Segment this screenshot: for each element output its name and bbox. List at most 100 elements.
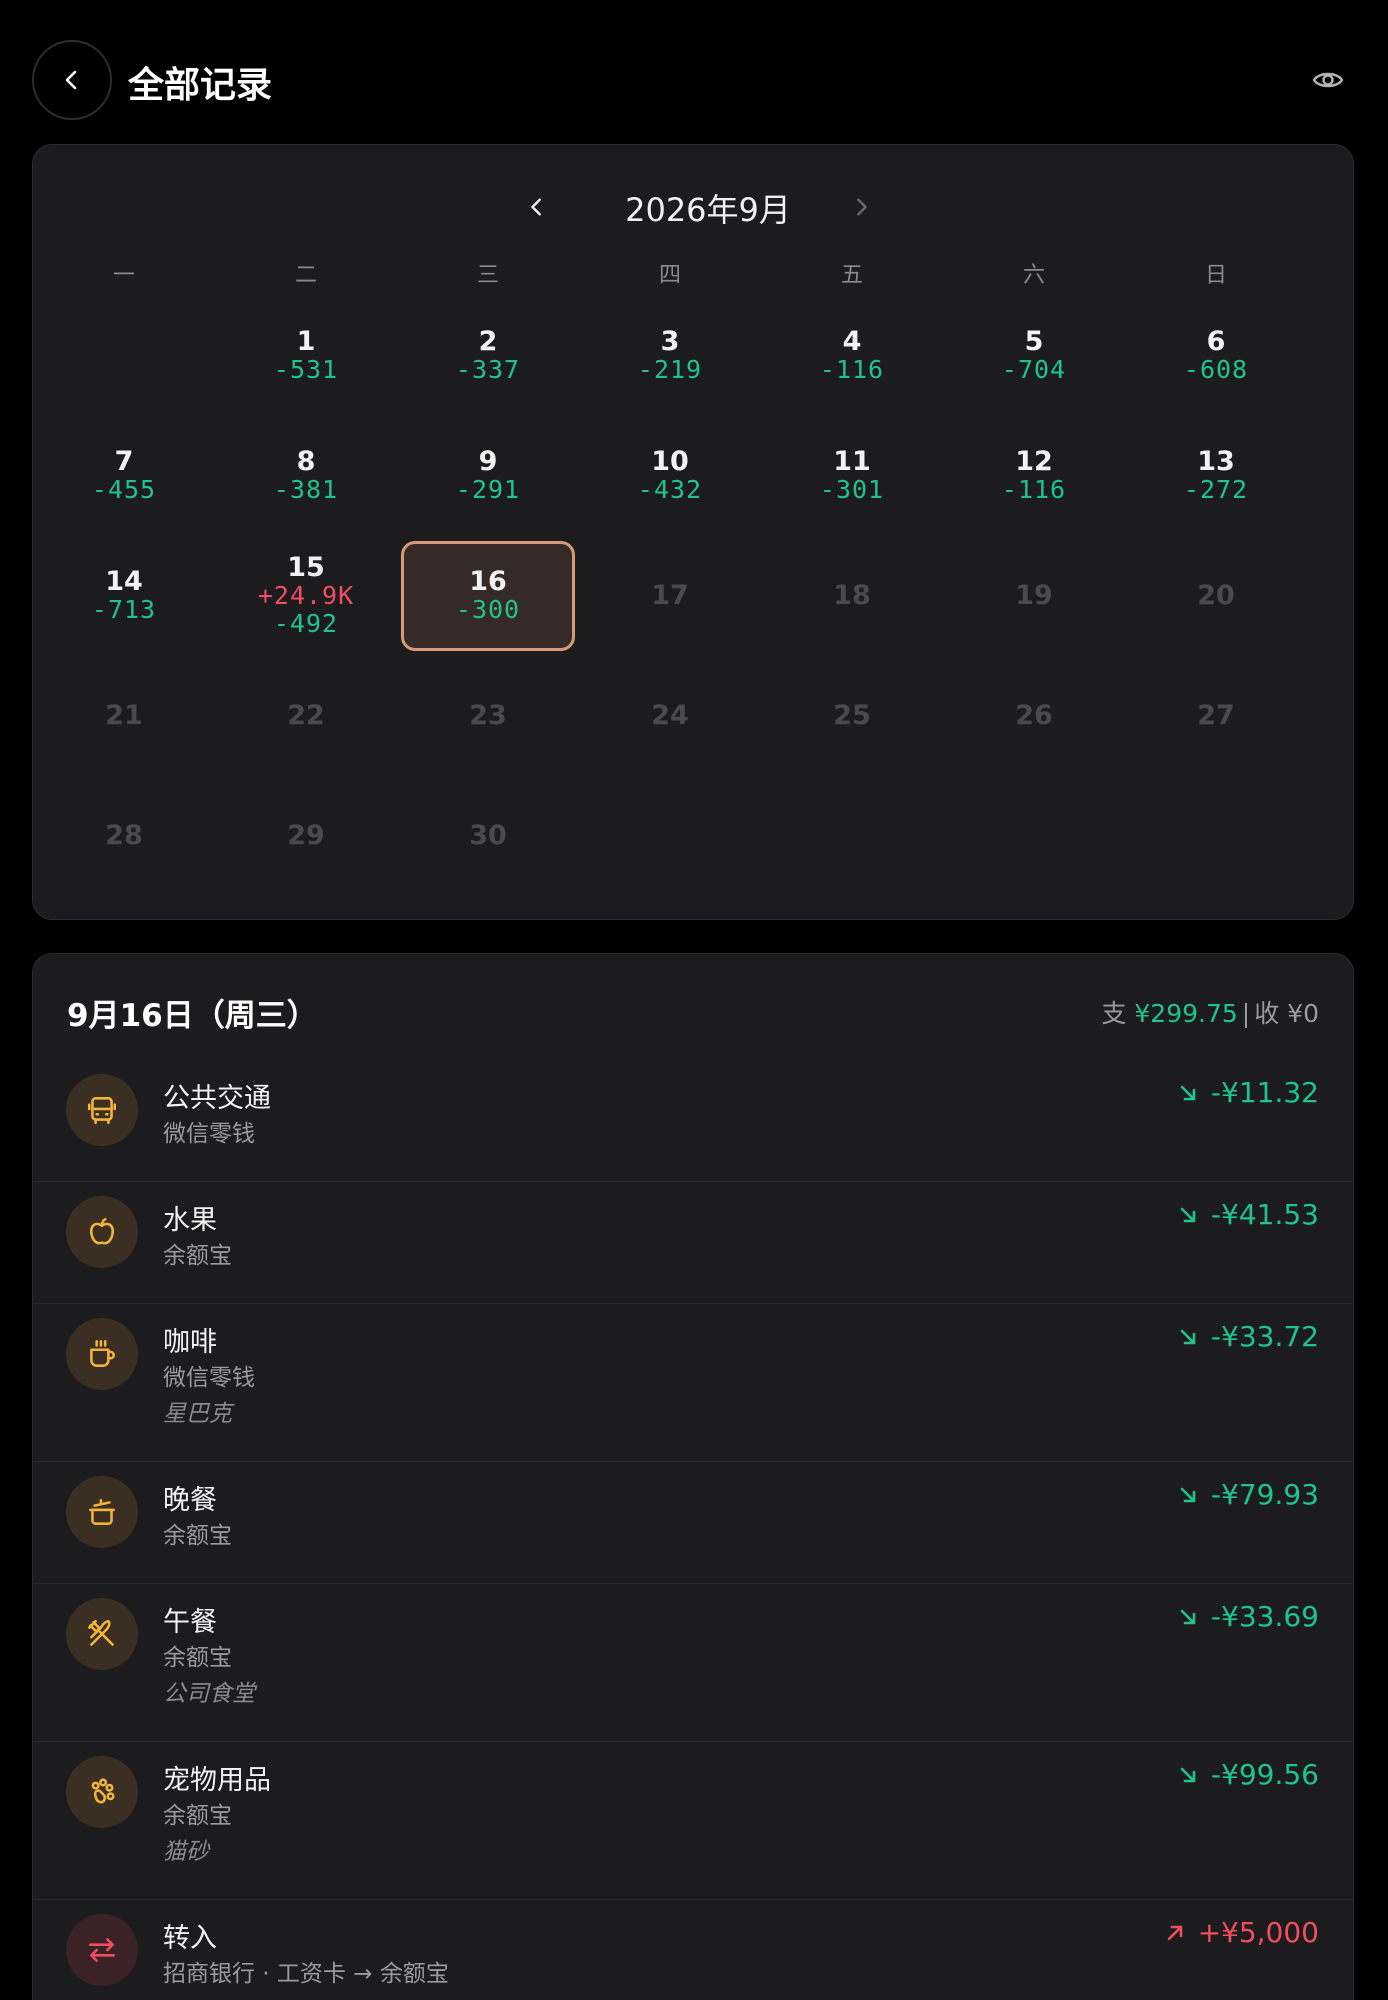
calendar-day-19[interactable]: 19	[947, 541, 1121, 651]
summary-separator: |	[1241, 999, 1251, 1028]
transaction-list: 公共交通微信零钱 -¥11.32 水果余额宝 -¥41.53 咖啡 微信零钱 星巴克 -¥33…	[33, 1060, 1353, 2000]
income-prefix: 收	[1254, 999, 1280, 1028]
coffee-icon	[85, 1337, 119, 1371]
day-detail-card: 9月16日（周三） 支 ¥299.75 | 收 ¥0 公共交通微信零钱 -¥11.32…	[32, 953, 1354, 2000]
transaction-category: 咖啡	[163, 1327, 217, 1358]
day-number: 29	[287, 820, 325, 851]
calendar-day-21[interactable]: 21	[37, 661, 211, 771]
chevron-left-icon	[65, 70, 77, 90]
calendar-day-17[interactable]: 17	[583, 541, 757, 651]
transaction-row[interactable]: 转入 招商银行 · 工资卡 → 余额宝 +¥5,000	[33, 1900, 1353, 2000]
calendar-day-6[interactable]: 6 -608	[1129, 301, 1303, 411]
visibility-toggle[interactable]	[1308, 60, 1348, 100]
transaction-category: 午餐	[163, 1607, 217, 1638]
day-amount: -455	[91, 475, 157, 504]
arrow-down-right-icon	[1179, 1766, 1197, 1784]
transaction-account: 余额宝	[163, 1243, 232, 1269]
calendar-day-13[interactable]: 13 -272	[1129, 421, 1303, 531]
calendar-day-18[interactable]: 18	[765, 541, 939, 651]
calendar-day-16[interactable]: 16 -300	[401, 541, 575, 651]
amount-value: -¥11.32	[1210, 1076, 1319, 1109]
transaction-account: 微信零钱	[163, 1121, 255, 1147]
day-amount: -381	[273, 475, 339, 504]
calendar-day-8[interactable]: 8 -381	[219, 421, 393, 531]
transaction-category: 转入	[163, 1923, 217, 1954]
calendar-day-24[interactable]: 24	[583, 661, 757, 771]
transaction-amount: -¥11.32	[1179, 1076, 1319, 1109]
day-number: 2	[478, 326, 498, 357]
calendar-day-26[interactable]: 26	[947, 661, 1121, 771]
back-button[interactable]	[32, 40, 112, 120]
transaction-row[interactable]: 晚餐 余额宝 -¥79.93	[33, 1462, 1353, 1584]
day-number: 24	[651, 700, 689, 731]
calendar-day-25[interactable]: 25	[765, 661, 939, 771]
category-avatar	[66, 1914, 138, 1986]
calendar-day-2[interactable]: 2 -337	[401, 301, 575, 411]
detail-date: 9月16日（周三）	[67, 998, 318, 1034]
transaction-note: 猫砂	[163, 1839, 209, 1865]
day-amount: -337	[455, 355, 521, 384]
category-avatar	[66, 1074, 138, 1146]
transaction-row[interactable]: 咖啡 微信零钱 星巴克 -¥33.72	[33, 1304, 1353, 1462]
day-amount: -432	[637, 475, 703, 504]
header: 全部记录	[0, 0, 1388, 160]
day-number: 1	[296, 326, 316, 357]
day-number: 19	[1015, 580, 1053, 611]
calendar-day-29[interactable]: 29	[219, 781, 393, 891]
income-total: ¥0	[1287, 999, 1319, 1028]
calendar-day-9[interactable]: 9 -291	[401, 421, 575, 531]
day-amount: -492	[273, 609, 339, 638]
amount-value: -¥41.53	[1210, 1198, 1319, 1231]
calendar-day-27[interactable]: 27	[1129, 661, 1303, 771]
day-amount: -608	[1183, 355, 1249, 384]
category-avatar	[66, 1476, 138, 1548]
transfer-icon	[85, 1933, 119, 1967]
day-number: 30	[469, 820, 507, 851]
calendar-day-3[interactable]: 3 -219	[583, 301, 757, 411]
day-number: 4	[842, 326, 862, 357]
calendar-day-11[interactable]: 11 -301	[765, 421, 939, 531]
amount-value: +¥5,000	[1197, 1916, 1319, 1949]
calendar-day-4[interactable]: 4 -116	[765, 301, 939, 411]
amount-value: -¥99.56	[1210, 1758, 1319, 1791]
day-number: 16	[469, 566, 507, 597]
day-amount: -116	[819, 355, 885, 384]
category-avatar	[66, 1196, 138, 1268]
arrow-down-right-icon	[1179, 1084, 1197, 1102]
transaction-row[interactable]: 水果余额宝 -¥41.53	[33, 1182, 1353, 1304]
day-amount: -116	[1001, 475, 1067, 504]
arrow-up-right-icon	[1166, 1924, 1184, 1942]
calendar-day-7[interactable]: 7 -455	[37, 421, 211, 531]
day-number: 14	[105, 566, 143, 597]
calendar-day-1[interactable]: 1 -531	[219, 301, 393, 411]
calendar-day-30[interactable]: 30	[401, 781, 575, 891]
calendar-day-23[interactable]: 23	[401, 661, 575, 771]
expense-prefix: 支	[1101, 999, 1127, 1028]
day-amount: -301	[819, 475, 885, 504]
transaction-row[interactable]: 公共交通微信零钱 -¥11.32	[33, 1060, 1353, 1182]
day-amount: -291	[455, 475, 521, 504]
calendar-day-22[interactable]: 22	[219, 661, 393, 771]
day-number: 15	[287, 552, 325, 583]
amount-value: -¥33.72	[1210, 1320, 1319, 1353]
calendar-day-5[interactable]: 5 -704	[947, 301, 1121, 411]
day-number: 21	[105, 700, 143, 731]
transaction-category: 公共交通	[163, 1083, 271, 1114]
calendar-day-20[interactable]: 20	[1129, 541, 1303, 651]
calendar-day-10[interactable]: 10 -432	[583, 421, 757, 531]
calendar-day-12[interactable]: 12 -116	[947, 421, 1121, 531]
arrow-down-right-icon	[1179, 1608, 1197, 1626]
transaction-amount: -¥33.72	[1179, 1320, 1319, 1353]
calendar-day-28[interactable]: 28	[37, 781, 211, 891]
transaction-row[interactable]: 宠物用品 余额宝 猫砂 -¥99.56	[33, 1742, 1353, 1900]
day-number: 8	[296, 446, 316, 477]
transaction-amount: -¥99.56	[1179, 1758, 1319, 1791]
calendar-day-14[interactable]: 14 -713	[37, 541, 211, 651]
day-number: 13	[1197, 446, 1235, 477]
calendar-day-15[interactable]: 15 +24.9K -492	[219, 541, 393, 651]
transaction-row[interactable]: 午餐 余额宝 公司食堂 -¥33.69	[33, 1584, 1353, 1742]
transaction-category: 水果	[163, 1205, 217, 1236]
transaction-category: 晚餐	[163, 1485, 217, 1516]
day-summary: 支 ¥299.75 | 收 ¥0	[1101, 994, 1319, 1030]
day-number: 28	[105, 820, 143, 851]
